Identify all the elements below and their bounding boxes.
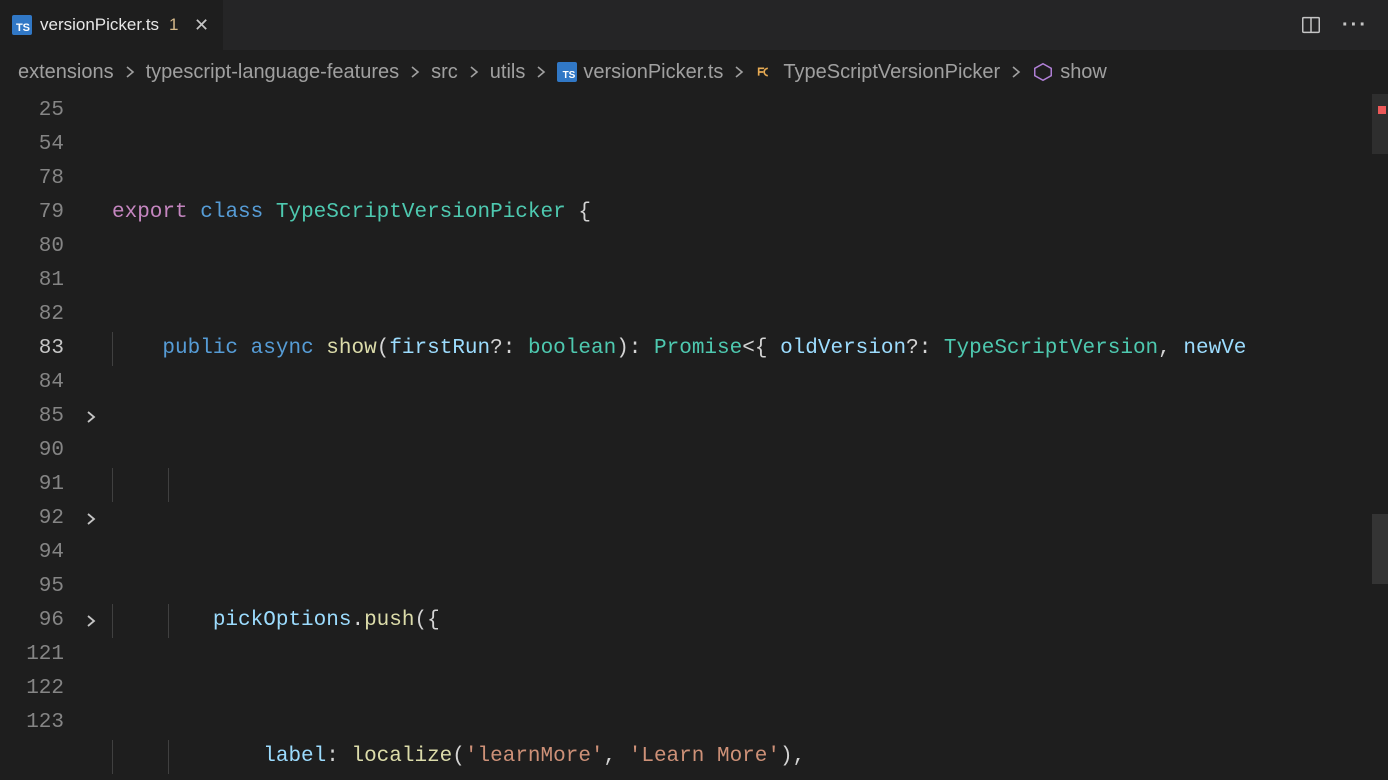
line-numbers: 25 54 78 79 80 81 82 83 84 85 90 91 92 9…	[0, 94, 70, 740]
line-number: 96	[0, 604, 70, 638]
line-number: 78	[0, 162, 70, 196]
line-number: 80	[0, 230, 70, 264]
fold-collapsed-icon[interactable]	[80, 604, 102, 638]
typescript-file-icon: TS	[12, 15, 32, 35]
overview-ruler[interactable]	[1370, 94, 1388, 780]
line-number: 122	[0, 672, 70, 706]
fold-column	[80, 94, 102, 740]
code-line: public async show(firstRun?: boolean): P…	[112, 332, 1368, 366]
code-editor[interactable]: 25 54 78 79 80 81 82 83 84 85 90 91 92 9…	[0, 94, 1388, 780]
fold-collapsed-icon[interactable]	[80, 502, 102, 536]
gutter: 25 54 78 79 80 81 82 83 84 85 90 91 92 9…	[0, 94, 106, 780]
line-number: 95	[0, 570, 70, 604]
tab-bar: TS versionPicker.ts 1 ✕ ···	[0, 0, 1388, 50]
line-number: 90	[0, 434, 70, 468]
breadcrumb-item[interactable]: utils	[490, 61, 526, 84]
code-line: label: localize('learnMore', 'Learn More…	[112, 740, 1368, 774]
typescript-file-icon: TS	[557, 62, 577, 82]
line-number: 25	[0, 94, 70, 128]
chevron-right-icon	[466, 64, 482, 80]
chevron-right-icon	[731, 64, 747, 80]
method-icon	[1032, 61, 1054, 83]
line-number: 91	[0, 468, 70, 502]
line-number: 121	[0, 638, 70, 672]
split-editor-icon[interactable]	[1300, 14, 1322, 36]
chevron-right-icon	[122, 64, 138, 80]
overview-marker	[1372, 514, 1388, 584]
chevron-right-icon	[407, 64, 423, 80]
breadcrumb-item[interactable]: typescript-language-features	[146, 61, 399, 84]
fold-collapsed-icon[interactable]	[80, 400, 102, 434]
breadcrumb-item[interactable]: src	[431, 61, 458, 84]
code-line: export class TypeScriptVersionPicker {	[112, 196, 1368, 230]
breadcrumb-item-method[interactable]: show	[1032, 61, 1107, 84]
code-content[interactable]: export class TypeScriptVersionPicker { p…	[112, 94, 1368, 780]
code-line: pickOptions.push({	[112, 604, 1368, 638]
code-line	[112, 468, 1368, 502]
tab-filename: versionPicker.ts	[40, 15, 159, 35]
breadcrumb: extensions typescript-language-features …	[0, 50, 1388, 94]
line-number: 84	[0, 366, 70, 400]
line-number: 79	[0, 196, 70, 230]
line-number: 92	[0, 502, 70, 536]
line-number: 81	[0, 264, 70, 298]
line-number: 85	[0, 400, 70, 434]
line-number: 83	[0, 332, 70, 366]
line-number: 82	[0, 298, 70, 332]
breadcrumb-item[interactable]: TS versionPicker.ts	[557, 61, 723, 84]
class-icon	[755, 61, 777, 83]
scrollbar-thumb[interactable]	[1372, 94, 1388, 154]
breadcrumb-item[interactable]: extensions	[18, 61, 114, 84]
breadcrumb-item-class[interactable]: TypeScriptVersionPicker	[755, 61, 1000, 84]
tab-modified-badge: 1	[169, 15, 178, 35]
line-number: 94	[0, 536, 70, 570]
chevron-right-icon	[533, 64, 549, 80]
close-icon[interactable]: ✕	[193, 16, 211, 34]
line-number: 54	[0, 128, 70, 162]
line-number: 123	[0, 706, 70, 740]
chevron-right-icon	[1008, 64, 1024, 80]
editor-actions: ···	[1300, 0, 1388, 50]
tab-versionpicker[interactable]: TS versionPicker.ts 1 ✕	[0, 0, 224, 50]
more-actions-icon[interactable]: ···	[1342, 14, 1368, 37]
